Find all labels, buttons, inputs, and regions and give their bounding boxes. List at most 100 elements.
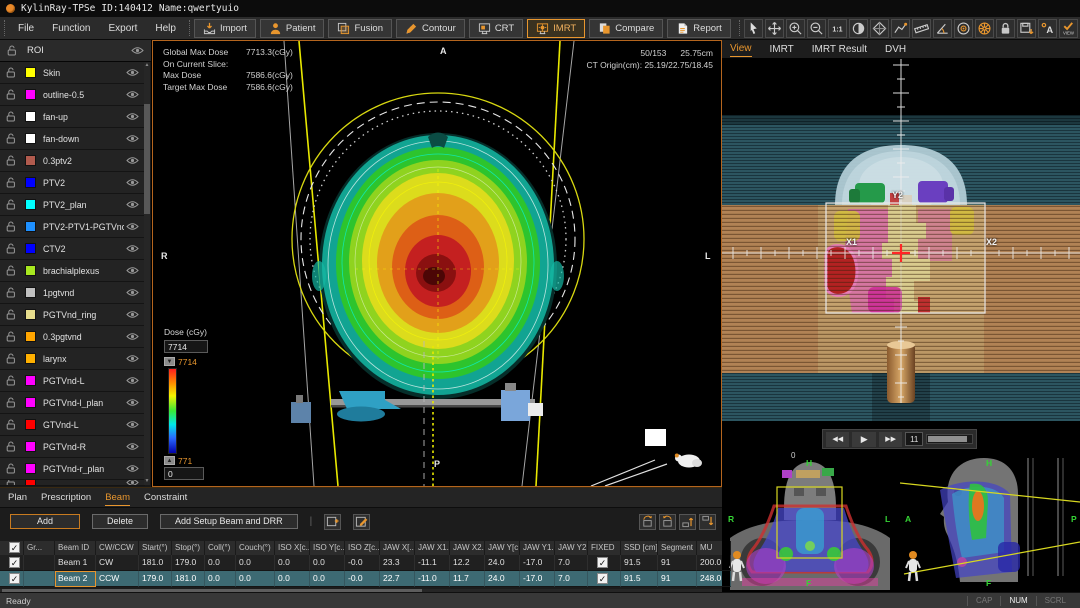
beam-iso_z-cell[interactable]: -0.0 <box>345 555 380 571</box>
beam-jaw_y-cell[interactable]: 24.0 <box>485 571 520 587</box>
lock-icon[interactable] <box>6 199 16 210</box>
lock-icon[interactable] <box>6 133 16 144</box>
visibility-icon[interactable] <box>126 178 139 187</box>
roi-color-swatch[interactable] <box>25 111 36 122</box>
column-header[interactable]: JAW Y[c... <box>485 541 520 555</box>
dose-max-input[interactable]: 7714 <box>164 340 208 353</box>
lock-icon[interactable] <box>6 67 16 78</box>
beam-iso_y-cell[interactable]: 0.0 <box>310 571 345 587</box>
roi-color-swatch[interactable] <box>25 463 36 474</box>
visibility-icon[interactable] <box>126 266 139 275</box>
roi-item[interactable] <box>0 480 145 486</box>
move-down-button[interactable] <box>699 514 716 530</box>
lock-icon[interactable] <box>6 463 16 474</box>
tool-one-to-one[interactable]: 1:1 <box>828 19 847 38</box>
tab-imrt[interactable]: IMRT <box>770 42 794 57</box>
beam-rotation-cell[interactable]: CCW <box>96 571 139 587</box>
tab-prescription[interactable]: Prescription <box>41 490 91 505</box>
beam-start-cell[interactable]: 179.0 <box>139 571 172 587</box>
roi-color-swatch[interactable] <box>25 265 36 276</box>
roi-item[interactable]: Skin <box>0 62 145 84</box>
tool-ruler[interactable] <box>912 19 931 38</box>
beam-segment-cell[interactable]: 91 <box>658 571 697 587</box>
tool-rotate-3d[interactable] <box>870 19 889 38</box>
lock-icon[interactable] <box>6 287 16 298</box>
menu-export[interactable]: Export <box>99 23 146 34</box>
axial-view[interactable]: Global Max Dose7713.3(cGy)On Current Sli… <box>152 40 722 487</box>
new-window-button[interactable] <box>324 514 341 530</box>
roi-color-swatch[interactable] <box>25 287 36 298</box>
visibility-icon[interactable] <box>126 310 139 319</box>
lock-icon[interactable] <box>6 221 16 232</box>
lock-icon[interactable] <box>7 45 17 56</box>
row-select-cell[interactable]: ✓ <box>0 555 24 571</box>
visibility-icon[interactable] <box>126 244 139 253</box>
checkbox-icon[interactable]: ✓ <box>597 573 608 584</box>
fixed-cell[interactable]: ✓ <box>588 571 621 587</box>
roi-color-swatch[interactable] <box>25 375 36 386</box>
visibility-icon[interactable] <box>126 200 139 209</box>
beam-rotation-cell[interactable]: CW <box>96 555 139 571</box>
delete-beam-button[interactable]: Delete <box>92 514 148 529</box>
beam-group-cell[interactable] <box>24 555 55 571</box>
roi-item[interactable]: PGTVnd_ring <box>0 304 145 326</box>
column-header[interactable]: Beam ID <box>55 541 96 555</box>
beam-mu-cell[interactable]: 200.0 <box>697 555 731 571</box>
lock-icon[interactable] <box>6 441 16 452</box>
visibility-icon[interactable] <box>126 134 139 143</box>
roi-item[interactable]: PTV2 <box>0 172 145 194</box>
roi-item[interactable]: larynx <box>0 348 145 370</box>
beam-mu-cell[interactable]: 248.0 <box>697 571 731 587</box>
visibility-icon[interactable] <box>126 222 139 231</box>
beam-beam_id-cell[interactable]: Beam 1 <box>55 555 96 571</box>
tab-plan[interactable]: Plan <box>8 490 27 505</box>
beam-iso_y-cell[interactable]: 0.0 <box>310 555 345 571</box>
rotate-left-button[interactable] <box>639 514 656 530</box>
column-header[interactable]: JAW Y2... <box>555 541 588 555</box>
dose-max-marker[interactable]: ▼7714 <box>164 356 234 367</box>
roi-color-swatch[interactable] <box>25 67 36 78</box>
visibility-all-icon[interactable] <box>131 46 144 55</box>
tool-pointer[interactable] <box>744 19 763 38</box>
checkbox-icon[interactable]: ✓ <box>597 557 608 568</box>
row-select-cell[interactable]: ✓ <box>0 571 24 587</box>
tab-imrt-result[interactable]: IMRT Result <box>812 42 867 57</box>
beam-jaw_x2-cell[interactable]: 12.2 <box>450 555 485 571</box>
roi-color-swatch[interactable] <box>25 480 36 486</box>
roi-item[interactable]: GTVnd-L <box>0 414 145 436</box>
roi-item[interactable]: 0.3pgtvnd <box>0 326 145 348</box>
visibility-icon[interactable] <box>126 288 139 297</box>
marker-up-icon[interactable]: ▲ <box>164 456 175 465</box>
coronal-view[interactable]: H R L F <box>722 450 898 592</box>
column-header[interactable]: ISO X[c... <box>275 541 310 555</box>
toolbar-button-imrt[interactable]: IMRT <box>527 19 585 38</box>
beam-couch-cell[interactable]: 0.0 <box>236 571 275 587</box>
roi-item[interactable]: outline-0.5 <box>0 84 145 106</box>
column-header[interactable]: Segment <box>658 541 697 555</box>
roi-item[interactable]: PGTVnd-R <box>0 436 145 458</box>
column-header[interactable]: Start(°) <box>139 541 172 555</box>
roi-item[interactable]: PGTVnd-L <box>0 370 145 392</box>
rewind-button[interactable]: ◀◀ <box>826 432 849 447</box>
checkbox-icon[interactable]: ✓ <box>9 573 20 584</box>
column-header[interactable]: JAW Y1... <box>520 541 555 555</box>
tool-zoom-in[interactable] <box>786 19 805 38</box>
tool-pan[interactable] <box>765 19 784 38</box>
menu-function[interactable]: Function <box>43 23 99 34</box>
column-header[interactable]: CW/CCW <box>96 541 139 555</box>
beam-start-cell[interactable]: 181.0 <box>139 555 172 571</box>
column-header[interactable]: Coll(°) <box>205 541 236 555</box>
roi-color-swatch[interactable] <box>25 243 36 254</box>
column-header[interactable]: ISO Y[c... <box>310 541 345 555</box>
beam-jaw_y2-cell[interactable]: 7.0 <box>555 571 588 587</box>
beam-table-row[interactable]: ✓Beam 2CCW179.0181.00.00.00.00.0-0.022.7… <box>0 571 722 587</box>
roi-color-swatch[interactable] <box>25 331 36 342</box>
menu-help[interactable]: Help <box>146 23 185 34</box>
lock-icon[interactable] <box>6 480 16 486</box>
tab-dvh[interactable]: DVH <box>885 42 906 57</box>
roi-color-swatch[interactable] <box>25 199 36 210</box>
visibility-icon[interactable] <box>126 420 139 429</box>
lock-icon[interactable] <box>6 111 16 122</box>
scroll-up-icon[interactable]: ▲ <box>144 62 150 69</box>
tab-view[interactable]: View <box>730 41 752 57</box>
